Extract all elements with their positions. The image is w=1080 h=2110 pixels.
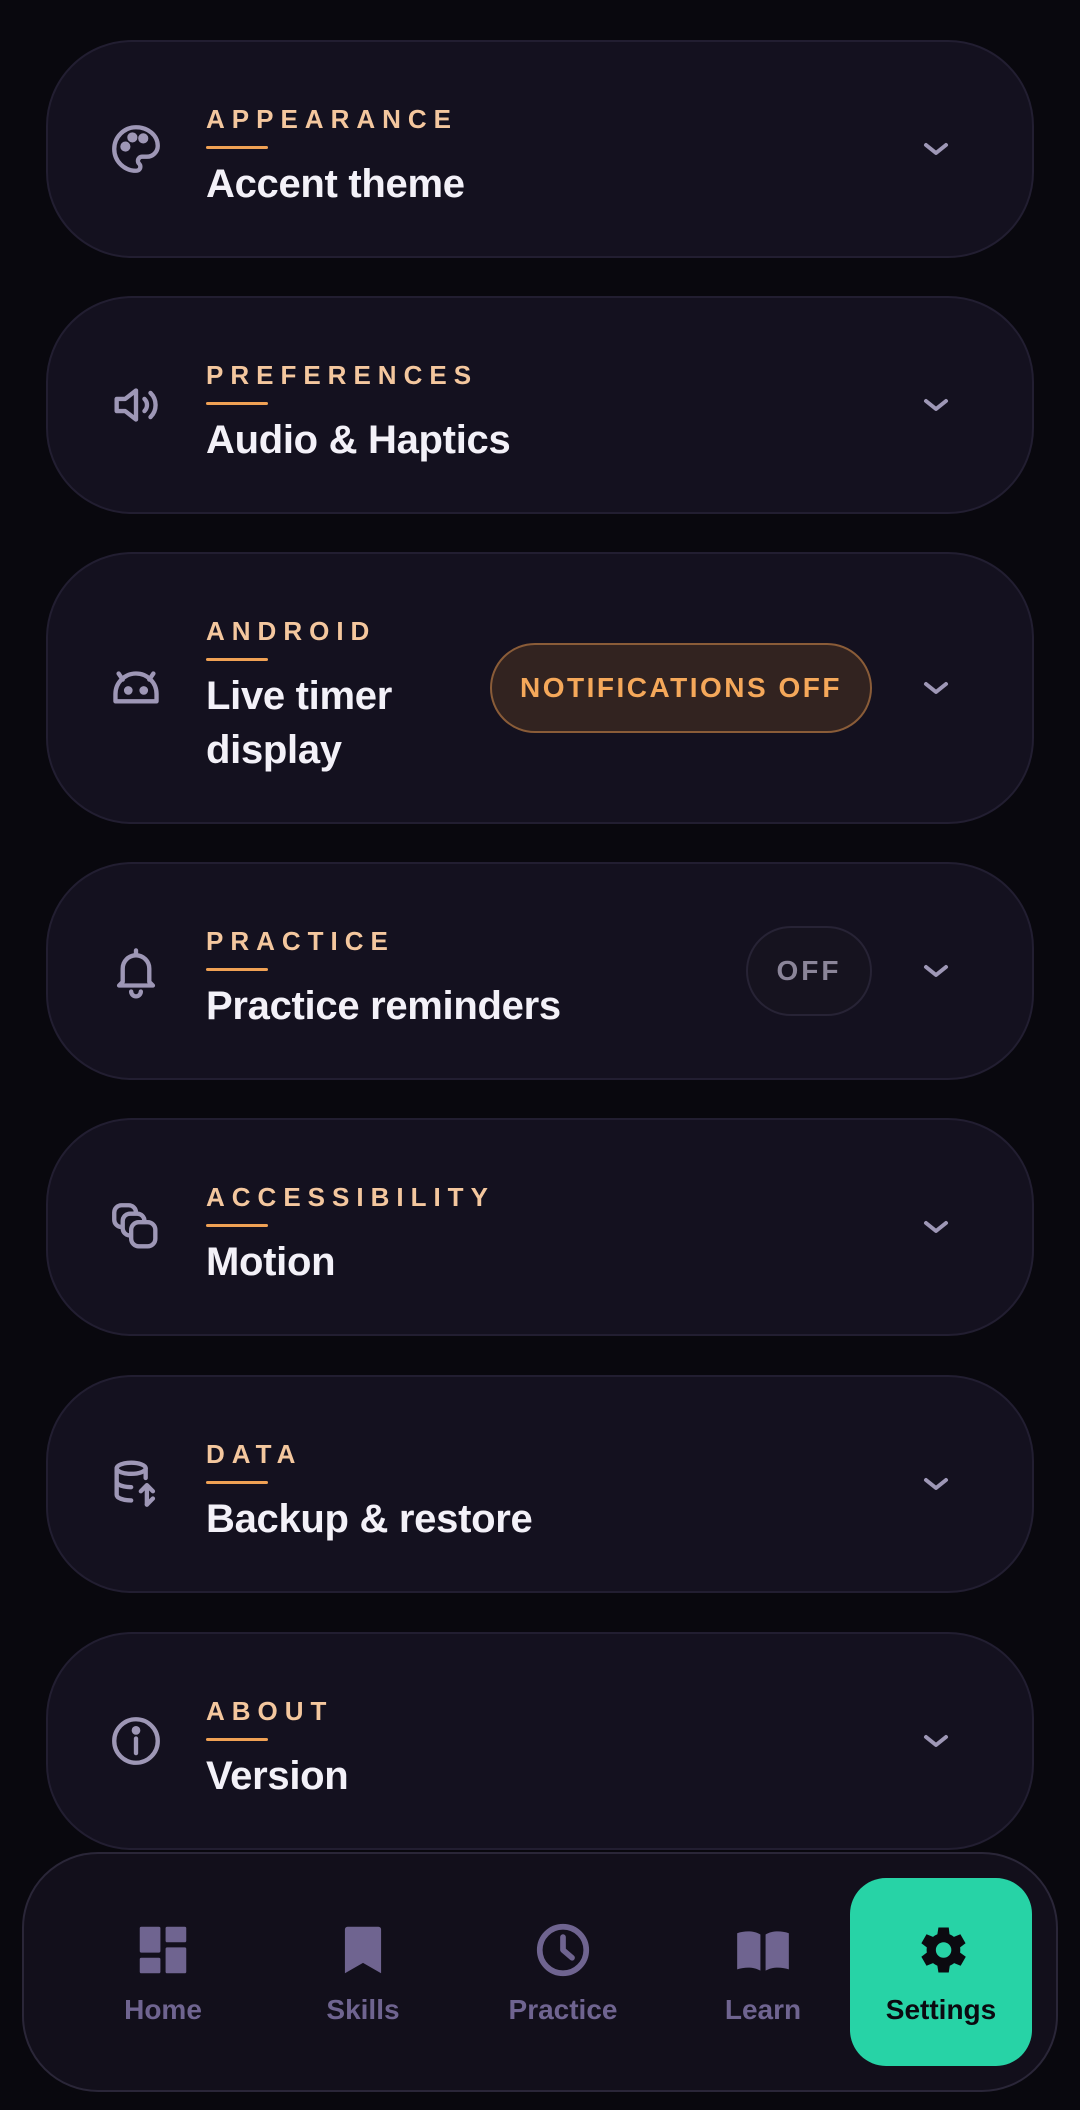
settings-card-about[interactable]: ABOUT Version	[46, 1632, 1034, 1850]
section-label: PRACTICE	[206, 926, 395, 956]
nav-item-settings[interactable]: Settings	[850, 1878, 1032, 2066]
reminders-status-badge[interactable]: OFF	[746, 926, 872, 1016]
section-underline	[206, 968, 268, 971]
nav-item-home[interactable]: Home	[72, 1878, 254, 2066]
setting-title: Live timer display	[206, 674, 392, 772]
settings-card-practice[interactable]: PRACTICE Practice reminders OFF	[46, 862, 1034, 1080]
book-icon	[731, 1918, 795, 1982]
section-label: ACCESSIBILITY	[206, 1182, 495, 1212]
info-icon	[106, 1711, 166, 1771]
section-underline	[206, 658, 268, 661]
nav-item-skills[interactable]: Skills	[272, 1878, 454, 2066]
palette-icon	[106, 119, 166, 179]
android-icon	[106, 658, 166, 718]
setting-title: Motion	[206, 1240, 336, 1284]
setting-title: Accent theme	[206, 162, 465, 206]
nav-item-practice[interactable]: Practice	[472, 1878, 654, 2066]
nav-label: Home	[124, 1994, 202, 2025]
chevron-down-icon[interactable]	[918, 131, 954, 167]
speaker-icon	[106, 375, 166, 435]
section-underline	[206, 1224, 268, 1227]
section-label: PREFERENCES	[206, 360, 479, 390]
dashboard-icon	[131, 1918, 195, 1982]
section-underline	[206, 146, 268, 149]
nav-label: Practice	[508, 1994, 618, 2025]
gear-icon	[909, 1918, 973, 1982]
settings-card-appearance[interactable]: APPEARANCE Accent theme	[46, 40, 1034, 258]
notifications-status-badge[interactable]: NOTIFICATIONS OFF	[490, 643, 872, 733]
settings-card-preferences[interactable]: PREFERENCES Audio & Haptics	[46, 296, 1034, 514]
section-label: DATA	[206, 1439, 303, 1469]
settings-card-android[interactable]: ANDROID Live timer display NOTIFICATIONS…	[46, 552, 1034, 824]
section-label: APPEARANCE	[206, 104, 459, 134]
nav-label: Settings	[885, 1994, 997, 2025]
nav-label: Skills	[326, 1994, 400, 2025]
chevron-down-icon[interactable]	[918, 670, 954, 706]
setting-title: Practice reminders	[206, 984, 561, 1028]
bell-icon	[106, 941, 166, 1001]
chevron-down-icon[interactable]	[918, 953, 954, 989]
setting-title: Version	[206, 1754, 349, 1798]
chevron-down-icon[interactable]	[918, 1723, 954, 1759]
bottom-navigation: Home Skills Practice Learn Settings	[22, 1852, 1058, 2092]
clock-icon	[531, 1918, 595, 1982]
nav-label: Learn	[724, 1994, 802, 2025]
settings-screen: APPEARANCE Accent theme PREFERENCES Audi…	[0, 0, 1080, 2110]
section-label: ANDROID	[206, 616, 377, 646]
nav-item-learn[interactable]: Learn	[672, 1878, 854, 2066]
section-underline	[206, 1738, 268, 1741]
bookmark-icon	[331, 1918, 395, 1982]
chevron-down-icon[interactable]	[918, 1466, 954, 1502]
section-underline	[206, 402, 268, 405]
setting-title: Backup & restore	[206, 1497, 533, 1541]
section-underline	[206, 1481, 268, 1484]
chevron-down-icon[interactable]	[918, 387, 954, 423]
chevron-down-icon[interactable]	[918, 1209, 954, 1245]
settings-card-data[interactable]: DATA Backup & restore	[46, 1375, 1034, 1593]
database-transfer-icon	[106, 1454, 166, 1514]
settings-card-accessibility[interactable]: ACCESSIBILITY Motion	[46, 1118, 1034, 1336]
section-label: ABOUT	[206, 1696, 334, 1726]
motion-icon	[106, 1197, 166, 1257]
setting-title: Audio & Haptics	[206, 418, 511, 462]
